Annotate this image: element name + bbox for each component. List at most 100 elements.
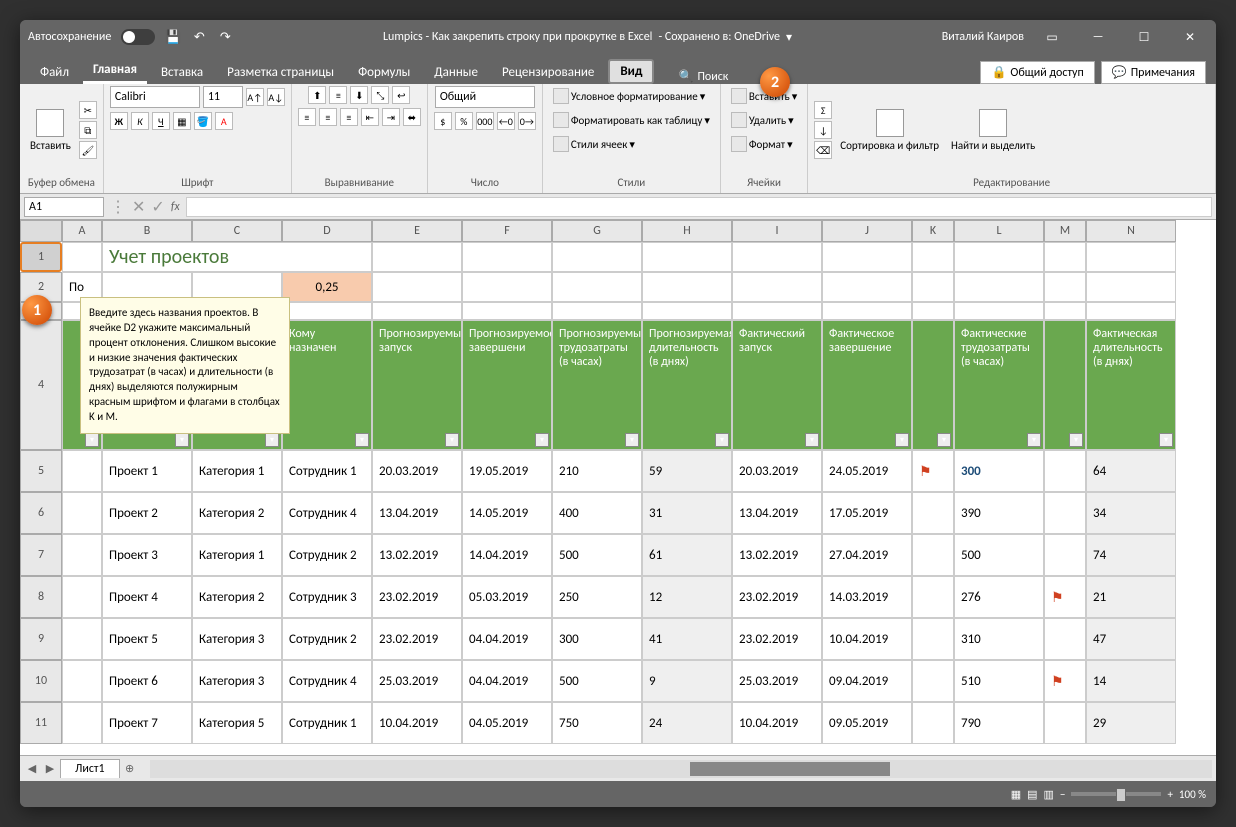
cell[interactable] (642, 302, 732, 320)
row-header-8[interactable]: 8 (20, 576, 62, 618)
row-header-1[interactable]: 1 (20, 242, 62, 272)
cell-A1[interactable] (62, 242, 102, 272)
col-header-M[interactable]: M (1044, 220, 1086, 242)
cell[interactable] (62, 534, 102, 576)
cell[interactable] (552, 302, 642, 320)
view-layout-icon[interactable]: ▤ (1027, 788, 1037, 801)
cancel-icon[interactable]: ✕ (132, 197, 145, 217)
close-icon[interactable]: ✕ (1172, 23, 1208, 51)
autosum-icon[interactable]: Σ (814, 101, 832, 119)
tab-view[interactable]: Вид (608, 59, 654, 84)
act-end[interactable]: 10.04.2019 (822, 618, 912, 660)
filter-icon[interactable]: ▾ (1159, 433, 1173, 447)
project-name[interactable]: Проект 3 (102, 534, 192, 576)
align-center-icon[interactable]: ≡ (319, 108, 337, 126)
select-all-corner[interactable] (20, 220, 62, 242)
filter-icon[interactable]: ▾ (445, 433, 459, 447)
cell[interactable] (62, 660, 102, 702)
project-name[interactable]: Проект 2 (102, 492, 192, 534)
act-start[interactable]: 25.03.2019 (732, 660, 822, 702)
ribbon-options-icon[interactable]: ▭ (1034, 23, 1070, 51)
cell[interactable] (372, 302, 462, 320)
assignee[interactable]: Сотрудник 2 (282, 534, 372, 576)
header-cell[interactable]: ▾ (1044, 320, 1086, 450)
align-bottom-icon[interactable]: ⬇ (350, 86, 368, 104)
plan-hours[interactable]: 250 (552, 576, 642, 618)
header-cell[interactable]: ▾ (912, 320, 954, 450)
col-header-H[interactable]: H (642, 220, 732, 242)
act-start[interactable]: 23.02.2019 (732, 618, 822, 660)
plan-start[interactable]: 13.04.2019 (372, 492, 462, 534)
assignee[interactable]: Сотрудник 4 (282, 660, 372, 702)
font-color-icon[interactable]: A (215, 112, 233, 130)
col-header-L[interactable]: L (954, 220, 1044, 242)
cell[interactable] (912, 302, 954, 320)
row-header-4[interactable]: 4 (20, 320, 62, 450)
filter-icon[interactable]: ▾ (805, 433, 819, 447)
increase-font-icon[interactable]: A↑ (246, 88, 264, 106)
act-end[interactable]: 09.05.2019 (822, 702, 912, 744)
category[interactable]: Категория 1 (192, 450, 282, 492)
cell[interactable] (822, 242, 912, 272)
header-cell[interactable]: Кому назначен▾ (282, 320, 372, 450)
flag-k[interactable] (912, 618, 954, 660)
assignee[interactable]: Сотрудник 1 (282, 450, 372, 492)
assignee[interactable]: Сотрудник 4 (282, 492, 372, 534)
row-header-11[interactable]: 11 (20, 702, 62, 744)
zoom-out-icon[interactable]: − (1060, 788, 1065, 801)
flag-m[interactable] (1044, 450, 1086, 492)
cell[interactable] (552, 242, 642, 272)
search-icon[interactable]: 🔍 (678, 69, 693, 84)
cell[interactable] (62, 450, 102, 492)
header-cell[interactable]: Прогнозируемое завершени▾ (462, 320, 552, 450)
flag-k[interactable] (912, 660, 954, 702)
header-cell[interactable]: Фактическое завершение▾ (822, 320, 912, 450)
zoom-slider[interactable] (1071, 792, 1161, 796)
col-header-J[interactable]: J (822, 220, 912, 242)
plan-hours[interactable]: 500 (552, 534, 642, 576)
plan-start[interactable]: 13.02.2019 (372, 534, 462, 576)
merge-icon[interactable]: ⬌ (403, 108, 421, 126)
font-name-select[interactable]: Calibri (110, 86, 200, 108)
category[interactable]: Категория 2 (192, 576, 282, 618)
undo-icon[interactable]: ↶ (191, 29, 207, 45)
header-cell[interactable]: Фактический запуск▾ (732, 320, 822, 450)
new-sheet-icon[interactable]: ⊕ (122, 761, 138, 777)
act-end[interactable]: 14.03.2019 (822, 576, 912, 618)
act-end[interactable]: 17.05.2019 (822, 492, 912, 534)
tab-data[interactable]: Данные (424, 61, 488, 84)
filter-icon[interactable]: ▾ (937, 433, 951, 447)
view-normal-icon[interactable]: ▦ (1011, 788, 1021, 801)
plan-end[interactable]: 04.05.2019 (462, 702, 552, 744)
plan-hours[interactable]: 210 (552, 450, 642, 492)
border-icon[interactable]: ▦ (173, 112, 191, 130)
row-header-7[interactable]: 7 (20, 534, 62, 576)
plan-start[interactable]: 23.02.2019 (372, 576, 462, 618)
plan-start[interactable]: 25.03.2019 (372, 660, 462, 702)
project-name[interactable]: Проект 4 (102, 576, 192, 618)
act-end[interactable]: 24.05.2019 (822, 450, 912, 492)
act-days[interactable]: 47 (1086, 618, 1176, 660)
copy-icon[interactable]: ⧉ (79, 121, 97, 139)
filter-icon[interactable]: ▾ (535, 433, 549, 447)
wrap-icon[interactable]: ↩ (392, 86, 410, 104)
filter-icon[interactable]: ▾ (625, 433, 639, 447)
plan-end[interactable]: 04.04.2019 (462, 660, 552, 702)
assignee[interactable]: Сотрудник 3 (282, 576, 372, 618)
cell[interactable] (732, 272, 822, 302)
col-header-I[interactable]: I (732, 220, 822, 242)
delete-cells-button[interactable]: Удалить▾ (727, 110, 798, 130)
dropdown-icon[interactable]: ▾ (786, 30, 792, 45)
plan-days[interactable]: 9 (642, 660, 732, 702)
decrease-indent-icon[interactable]: ⇤ (361, 108, 379, 126)
cell[interactable] (1044, 242, 1086, 272)
conditional-formatting-button[interactable]: Условное форматирование▾ (549, 86, 709, 106)
act-start[interactable]: 20.03.2019 (732, 450, 822, 492)
filter-icon[interactable]: ▾ (355, 433, 369, 447)
tab-insert[interactable]: Вставка (151, 61, 213, 84)
col-header-A[interactable]: A (62, 220, 102, 242)
plan-days[interactable]: 61 (642, 534, 732, 576)
zoom-in-icon[interactable]: + (1167, 788, 1172, 801)
act-hours[interactable]: 390 (954, 492, 1044, 534)
col-header-F[interactable]: F (462, 220, 552, 242)
